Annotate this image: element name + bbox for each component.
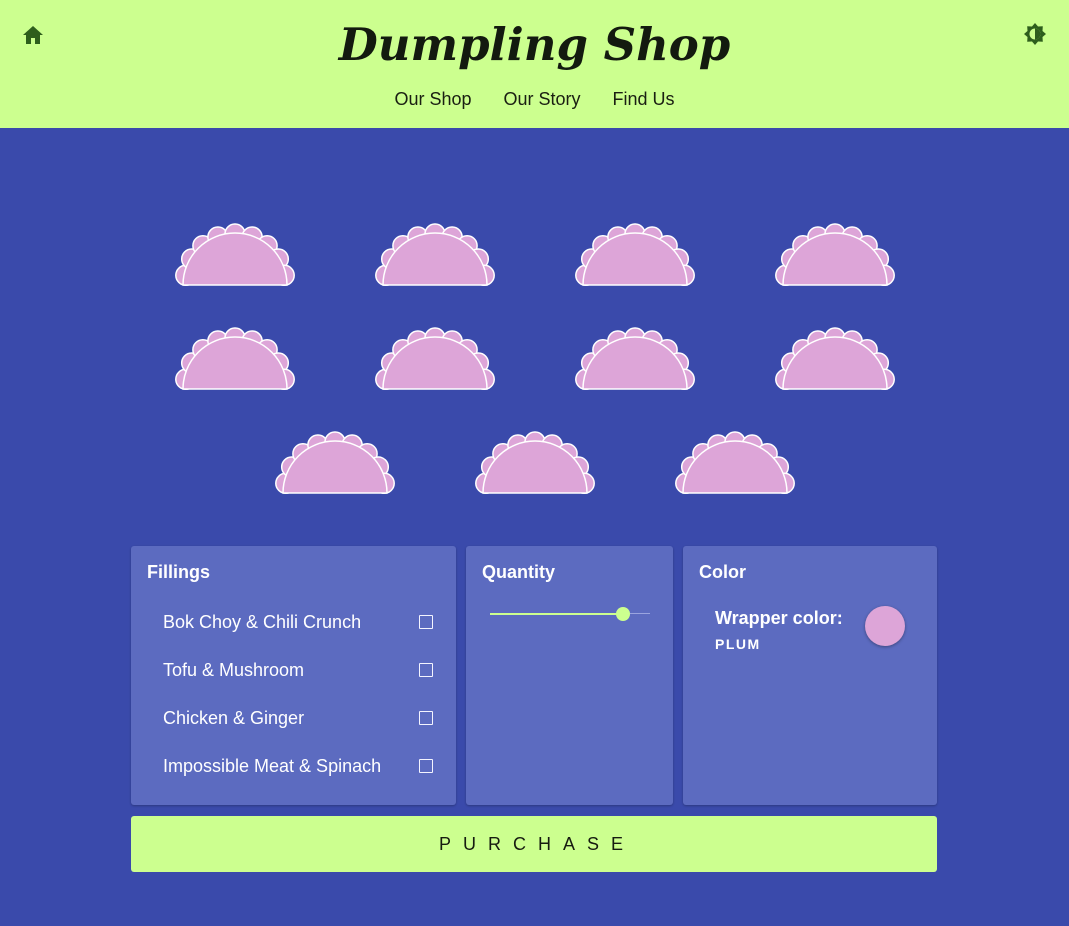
- filling-label: Bok Choy & Chili Crunch: [163, 612, 362, 632]
- dumpling-icon: [773, 222, 897, 288]
- dumpling-icon: [673, 430, 797, 496]
- nav-our-story[interactable]: Our Story: [504, 86, 581, 112]
- fillings-heading: Fillings: [147, 562, 210, 582]
- page-title: Dumpling Shop: [338, 18, 731, 71]
- color-heading: Color: [699, 562, 746, 582]
- wrapper-color-value: PLUM: [715, 636, 761, 652]
- nav-find-us[interactable]: Find Us: [613, 86, 675, 112]
- fillings-panel: Fillings Bok Choy & Chili Crunch Tofu & …: [131, 546, 456, 805]
- dumpling-icon: [273, 430, 397, 496]
- main-nav: Our Shop Our Story Find Us: [0, 86, 1069, 112]
- dumpling-icon: [573, 222, 697, 288]
- purchase-button[interactable]: PURCHASE: [131, 816, 937, 872]
- brightness-icon: [1024, 23, 1046, 45]
- filling-checkbox[interactable]: [419, 663, 433, 677]
- nav-our-shop[interactable]: Our Shop: [394, 86, 471, 112]
- wrapper-color-swatch[interactable]: [865, 606, 905, 646]
- wrapper-color-label: Wrapper color:: [715, 608, 843, 628]
- filling-checkbox[interactable]: [419, 711, 433, 725]
- dumpling-icon: [173, 326, 297, 392]
- theme-toggle-button[interactable]: [1023, 22, 1047, 46]
- filling-option-tofu[interactable]: Tofu & Mushroom: [163, 655, 433, 685]
- filling-checkbox[interactable]: [419, 615, 433, 629]
- filling-label: Chicken & Ginger: [163, 708, 305, 728]
- dumpling-icon: [773, 326, 897, 392]
- filling-label: Impossible Meat & Spinach: [163, 756, 382, 776]
- dumpling-icon: [573, 326, 697, 392]
- dumpling-icon: [373, 222, 497, 288]
- site-header: Dumpling Shop Our Shop Our Story Find Us: [0, 0, 1069, 128]
- filling-label: Tofu & Mushroom: [163, 660, 305, 680]
- filling-option-chicken[interactable]: Chicken & Ginger: [163, 703, 433, 733]
- slider-thumb[interactable]: [616, 607, 630, 621]
- quantity-heading: Quantity: [482, 562, 556, 582]
- quantity-panel: Quantity: [466, 546, 673, 805]
- slider-track-filled: [490, 613, 623, 615]
- dumpling-icon: [173, 222, 297, 288]
- filling-option-impossible-meat[interactable]: Impossible Meat & Spinach: [163, 751, 433, 781]
- filling-option-bok-choy[interactable]: Bok Choy & Chili Crunch: [163, 607, 433, 637]
- dumpling-icon: [473, 430, 597, 496]
- filling-checkbox[interactable]: [419, 759, 433, 773]
- color-panel: Color Wrapper color: PLUM: [683, 546, 937, 805]
- dumpling-icon: [373, 326, 497, 392]
- quantity-slider[interactable]: [490, 603, 650, 623]
